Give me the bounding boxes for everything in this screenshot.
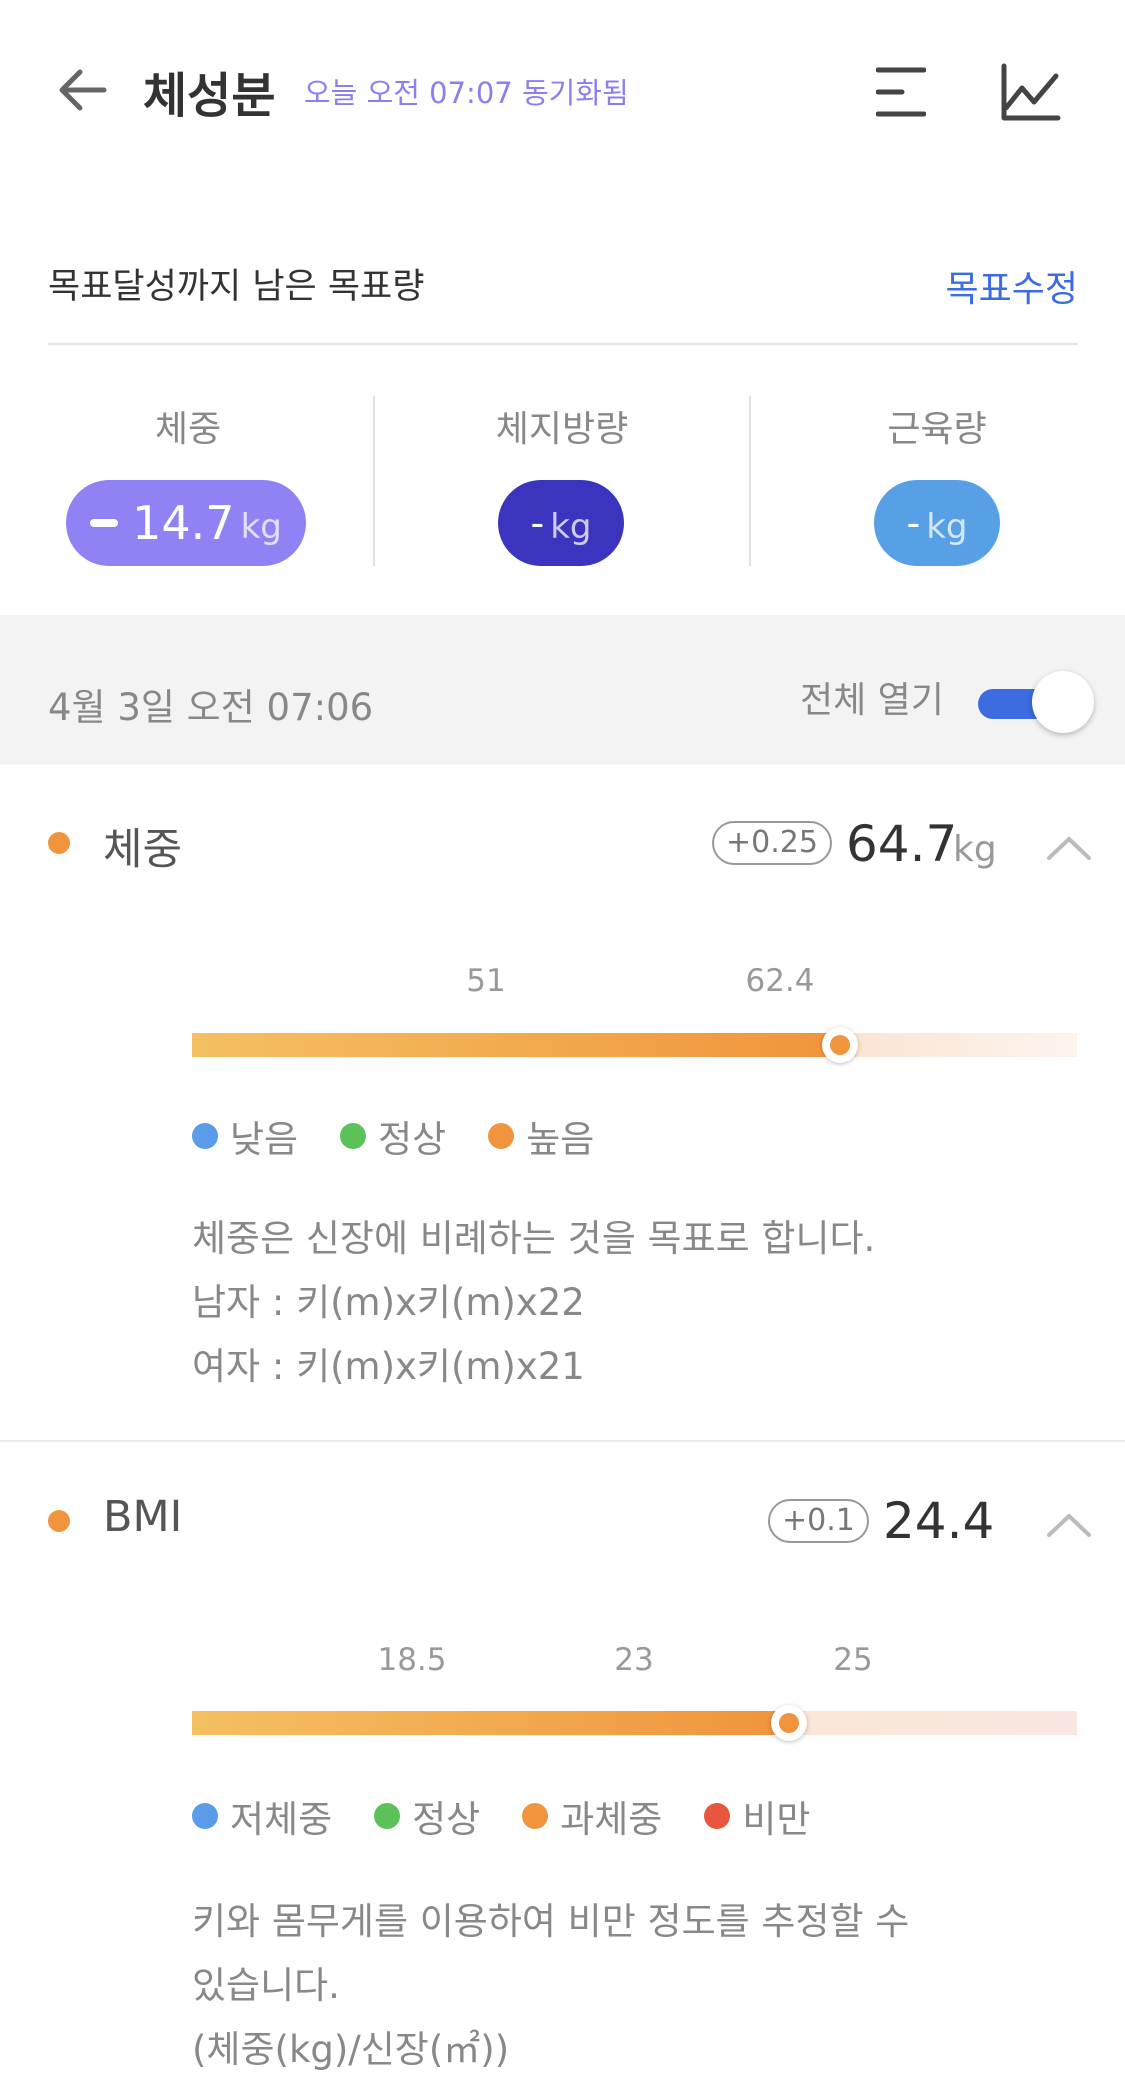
range-tick: 18.5 xyxy=(377,1642,447,1678)
legend-label: 비만 xyxy=(742,1798,811,1841)
legend-dot xyxy=(522,1803,549,1829)
legend-item: 비만 xyxy=(704,1789,810,1843)
legend-dot xyxy=(704,1803,731,1829)
chevron-up-icon[interactable] xyxy=(1046,835,1092,861)
goal-muscle-pill: - kg xyxy=(874,480,1000,566)
legend-item: 낮음 xyxy=(192,1109,298,1163)
goal-weight-unit: kg xyxy=(240,507,282,547)
weight-marker xyxy=(822,1027,858,1063)
weight-value: 64.7 xyxy=(846,815,958,873)
goal-title: 목표달성까지 남은 목표량 xyxy=(48,267,425,307)
goal-muscle-unit: kg xyxy=(926,507,968,547)
goal-weight-pill: 14.7 kg xyxy=(66,480,306,566)
status-dot xyxy=(48,1510,70,1532)
description-line: (체중(kg)/신장(㎡)) xyxy=(192,2028,510,2071)
minus-icon xyxy=(90,519,119,527)
description-line: 남자 : 키(m)x키(m)x22 xyxy=(192,1281,585,1324)
legend-label: 저체중 xyxy=(230,1798,333,1841)
description-line: 여자 : 키(m)x키(m)x21 xyxy=(192,1345,585,1388)
legend-item: 과체중 xyxy=(522,1789,662,1843)
goal-muscle: 근육량 - kg xyxy=(749,396,1125,566)
weight-description: 체중은 신장에 비례하는 것을 목표로 합니다. 남자 : 키(m)x키(m)x… xyxy=(192,1207,875,1399)
bmi-range-bar xyxy=(192,1711,1077,1735)
legend-label: 낮음 xyxy=(230,1118,299,1161)
page-title: 체성분 xyxy=(143,68,276,124)
legend-item: 정상 xyxy=(340,1109,446,1163)
legend-dot xyxy=(488,1123,515,1149)
bmi-marker xyxy=(771,1705,807,1741)
legend-dot xyxy=(192,1803,218,1829)
goal-body-fat-value: - xyxy=(530,501,545,545)
legend-dot xyxy=(374,1803,401,1829)
status-dot xyxy=(48,832,70,854)
bmi-section: BMI +0.1 24.4 18.5 23 25 저체중 정상 과체중 비만 키… xyxy=(0,1442,1125,2081)
legend-item: 정상 xyxy=(374,1789,480,1843)
legend-label: 높음 xyxy=(526,1118,595,1161)
weight-title: 체중 xyxy=(103,825,183,875)
toggle-knob xyxy=(1032,671,1094,733)
app-header: 체성분 오늘 오전 07:07 동기화됨 xyxy=(0,0,1125,180)
menu-icon[interactable] xyxy=(876,64,926,120)
bmi-description: 키와 몸무게를 이용하여 비만 정도를 추정할 수 있습니다. (체중(kg)/… xyxy=(192,1890,909,2081)
goal-body-fat-pill: - kg xyxy=(498,480,624,566)
goal-header: 목표달성까지 남은 목표량 목표수정 xyxy=(48,252,1078,322)
range-tick: 51 xyxy=(466,963,506,999)
weight-legend: 낮음 정상 높음 xyxy=(192,1109,636,1163)
goal-muscle-value: - xyxy=(906,501,921,545)
legend-label: 정상 xyxy=(412,1798,481,1841)
goal-divider xyxy=(48,343,1078,345)
sync-status: 오늘 오전 07:07 동기화됨 xyxy=(304,76,629,110)
range-tick: 23 xyxy=(614,1642,654,1678)
range-tick: 25 xyxy=(833,1642,873,1678)
weight-delta-badge: +0.25 xyxy=(712,821,832,865)
date-bar: 4월 3일 오전 07:06 전체 열기 xyxy=(0,615,1125,765)
weight-range-bar xyxy=(192,1033,1077,1057)
goal-body-fat-label: 체지방량 xyxy=(495,409,629,450)
chevron-up-icon[interactable] xyxy=(1046,1512,1092,1538)
legend-item: 높음 xyxy=(488,1109,594,1163)
edit-goal-button[interactable]: 목표수정 xyxy=(946,260,1078,312)
legend-label: 과체중 xyxy=(560,1798,663,1841)
bmi-legend: 저체중 정상 과체중 비만 xyxy=(192,1789,852,1843)
bmi-value: 24.4 xyxy=(883,1492,995,1550)
weight-section: 체중 +0.25 64.7 kg 51 62.4 낮음 정상 높음 체중은 신장… xyxy=(0,765,1125,1441)
bmi-title: BMI xyxy=(103,1492,183,1542)
line-chart-icon[interactable] xyxy=(1000,62,1062,122)
goal-weight-value: 14.7 xyxy=(132,496,235,550)
bmi-delta-badge: +0.1 xyxy=(768,1499,869,1543)
weight-unit: kg xyxy=(953,829,997,870)
goal-muscle-label: 근육량 xyxy=(887,409,987,450)
open-all-label: 전체 열기 xyxy=(800,680,944,721)
legend-dot xyxy=(340,1123,367,1149)
open-all-toggle[interactable] xyxy=(978,671,1094,733)
legend-label: 정상 xyxy=(378,1118,447,1161)
goal-weight-label: 체중 xyxy=(154,409,222,450)
description-line: 키와 몸무게를 이용하여 비만 정도를 추정할 수 xyxy=(192,1900,910,1943)
goal-body-fat-unit: kg xyxy=(550,507,592,547)
legend-item: 저체중 xyxy=(192,1789,332,1843)
description-line: 체중은 신장에 비례하는 것을 목표로 합니다. xyxy=(192,1217,876,1260)
goal-weight: 체중 14.7 kg xyxy=(0,396,376,566)
goal-body-fat: 체지방량 - kg xyxy=(374,396,750,566)
description-line: 있습니다. xyxy=(192,1964,340,2007)
legend-dot xyxy=(192,1123,218,1149)
arrow-left-icon[interactable] xyxy=(52,62,112,118)
range-tick: 62.4 xyxy=(745,963,815,999)
measure-date: 4월 3일 오전 07:06 xyxy=(48,686,374,729)
